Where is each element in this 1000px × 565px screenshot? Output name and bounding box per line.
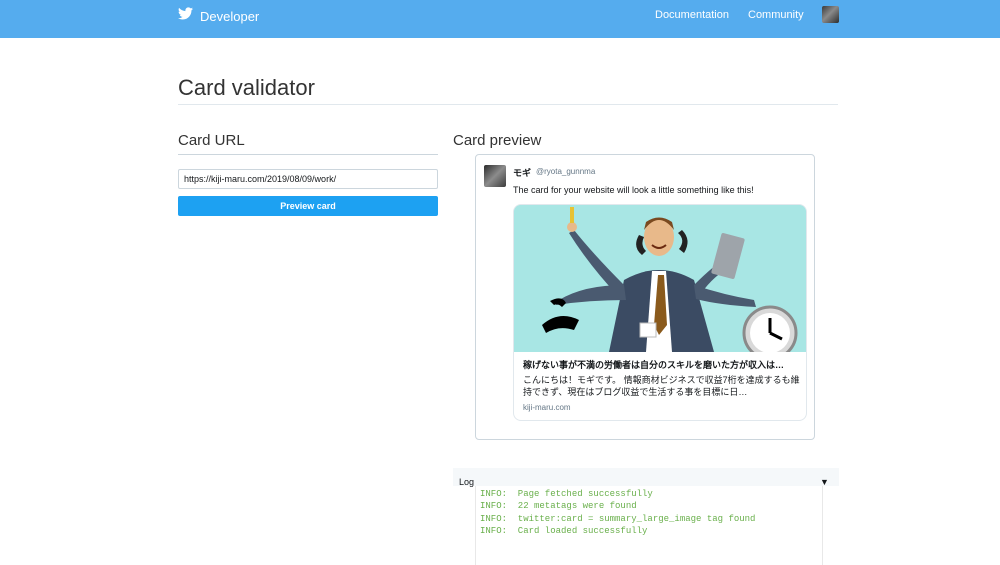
summary-card[interactable]: 稼げない事が不満の労働者は自分のスキルを磨いた方が収入は… こんにちは！モギです… — [513, 204, 807, 421]
card-image — [514, 205, 806, 352]
log-panel: INFO: Page fetched successfully INFO: 22… — [475, 486, 823, 565]
card-preview-heading: Card preview — [453, 132, 542, 149]
user-avatar[interactable] — [822, 6, 839, 23]
preview-card-button[interactable]: Preview card — [178, 196, 438, 216]
twitter-bird-icon — [178, 7, 193, 25]
card-title: 稼げない事が不満の労働者は自分のスキルを磨いた方が収入は… — [523, 360, 785, 370]
card-url-divider — [178, 154, 438, 155]
businessman-illustration — [514, 205, 806, 352]
card-description: こんにちは！モギです。 情報商材ビジネスで収益7桁を達成するも維持できず、現在は… — [523, 375, 800, 397]
card-url-input[interactable] — [178, 169, 438, 189]
nav-community-link[interactable]: Community — [748, 9, 804, 21]
card-domain: kiji-maru.com — [523, 403, 571, 412]
top-nav-bar: Developer Documentation Community — [0, 0, 1000, 38]
log-line: INFO: 22 metatags were found — [480, 501, 637, 512]
tweet-author-handle: @ryota_gunnma — [536, 167, 596, 176]
log-header: Log ▼ — [453, 468, 839, 487]
title-divider — [178, 104, 838, 105]
brand-label: Developer — [200, 8, 260, 24]
tweet-preview: モギ @ryota_gunnma The card for your websi… — [475, 154, 815, 440]
tweet-avatar — [484, 165, 506, 187]
card-url-heading: Card URL — [178, 132, 245, 149]
nav-documentation-link[interactable]: Documentation — [655, 9, 729, 21]
tweet-author-name: モギ — [513, 168, 532, 178]
brand-link[interactable]: Developer — [178, 7, 259, 25]
tweet-text: The card for your website will look a li… — [513, 185, 754, 195]
log-line: INFO: twitter:card = summary_large_image… — [480, 513, 756, 524]
log-line: INFO: Card loaded successfully — [480, 526, 648, 537]
log-label: Log — [459, 477, 475, 487]
page-title: Card validator — [178, 75, 315, 100]
log-line: INFO: Page fetched successfully — [480, 489, 653, 499]
